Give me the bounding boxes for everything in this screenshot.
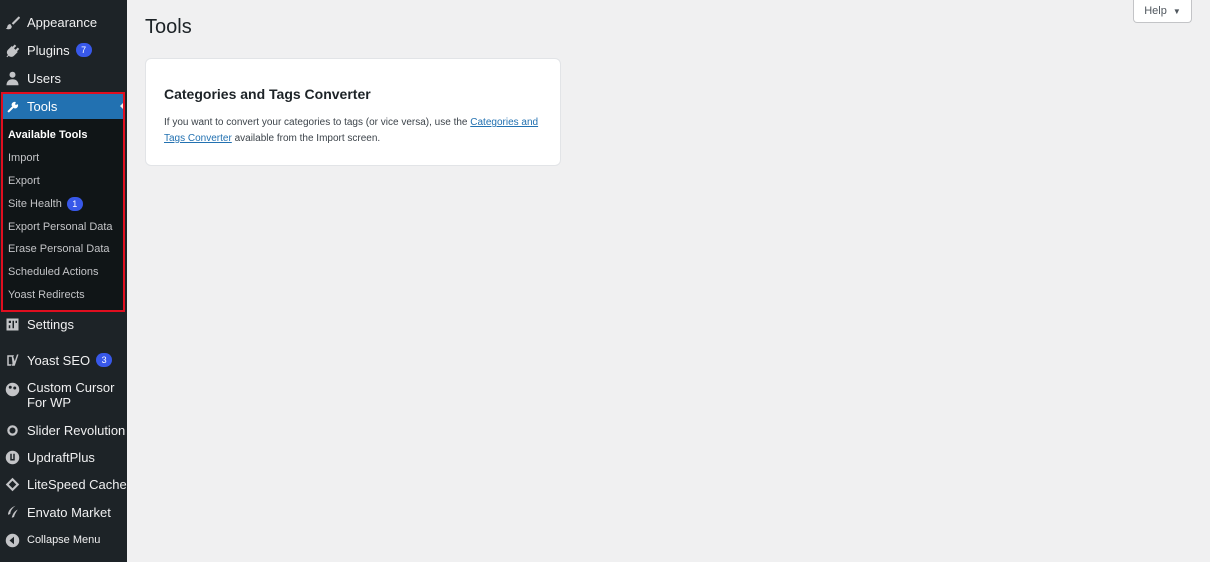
collapse-icon xyxy=(5,533,20,548)
submenu-label: Yoast Redirects xyxy=(8,289,85,301)
menu-label: LiteSpeed Cache xyxy=(27,476,127,492)
envato-icon xyxy=(5,505,20,520)
card-text-after: available from the Import screen. xyxy=(231,133,381,144)
paintbrush-icon xyxy=(5,15,20,30)
settings-icon xyxy=(5,317,20,332)
site-health-badge: 1 xyxy=(66,197,83,211)
submenu-label: Scheduled Actions xyxy=(8,266,99,278)
yoast-seo-badge: 3 xyxy=(96,353,113,367)
admin-sidebar: Appearance Plugins 7 Users Tools Availab… xyxy=(0,0,127,562)
submenu-label: Erase Personal Data xyxy=(8,243,110,255)
menu-label: Settings xyxy=(27,316,74,332)
menu-item-litespeed-cache[interactable]: LiteSpeed Cache xyxy=(0,471,127,497)
menu-label: Yoast SEO xyxy=(27,352,91,368)
submenu-label: Export Personal Data xyxy=(8,221,113,233)
slider-revolution-icon xyxy=(5,423,20,438)
menu-label: Appearance xyxy=(27,14,98,30)
submenu-label: Available Tools xyxy=(8,129,88,141)
menu-item-custom-cursor[interactable]: Custom Cursor For WP xyxy=(0,380,127,414)
submenu-label: Export xyxy=(8,175,40,187)
submenu-item-export[interactable]: Export xyxy=(8,173,40,189)
caret-down-icon: ▼ xyxy=(1172,6,1181,16)
menu-item-slider-revolution[interactable]: Slider Revolution xyxy=(0,417,127,443)
menu-label: Tools xyxy=(27,99,58,114)
menu-item-tools[interactable]: Tools xyxy=(3,94,125,119)
updraftplus-icon xyxy=(5,450,20,465)
submenu-label: Site Health xyxy=(8,198,62,210)
card-description: If you want to convert your categories t… xyxy=(164,115,544,147)
user-icon xyxy=(5,71,20,86)
menu-item-yoast-seo[interactable]: Yoast SEO 3 xyxy=(0,347,127,373)
submenu-item-import[interactable]: Import xyxy=(8,150,39,166)
menu-item-updraftplus[interactable]: UpdraftPlus xyxy=(0,444,127,470)
help-tab-button[interactable]: Help ▼ xyxy=(1133,0,1192,23)
yoast-icon xyxy=(5,353,20,368)
help-label: Help xyxy=(1144,5,1167,17)
menu-item-users[interactable]: Users xyxy=(0,65,127,91)
menu-label: Collapse Menu xyxy=(27,534,101,546)
menu-item-plugins[interactable]: Plugins 7 xyxy=(0,37,127,63)
converter-card: Categories and Tags Converter If you wan… xyxy=(145,58,561,166)
tools-submenu: Available Tools Import Export Site Healt… xyxy=(3,119,125,312)
submenu-item-erase-personal-data[interactable]: Erase Personal Data xyxy=(8,241,110,257)
cursor-icon xyxy=(5,382,20,397)
submenu-item-site-health[interactable]: Site Health 1 xyxy=(8,196,83,212)
card-text-before: If you want to convert your categories t… xyxy=(164,117,471,128)
submenu-item-export-personal-data[interactable]: Export Personal Data xyxy=(8,219,113,235)
submenu-item-yoast-redirects[interactable]: Yoast Redirects xyxy=(8,287,85,303)
page-title: Tools xyxy=(145,16,192,38)
menu-label: Slider Revolution xyxy=(27,422,126,438)
menu-label: Envato Market xyxy=(27,504,111,520)
menu-item-envato-market[interactable]: Envato Market xyxy=(0,499,127,525)
menu-label: Custom Cursor For WP xyxy=(27,380,115,410)
menu-label: Plugins xyxy=(27,42,70,58)
collapse-menu-button[interactable]: Collapse Menu xyxy=(0,527,127,553)
submenu-item-scheduled-actions[interactable]: Scheduled Actions xyxy=(8,264,99,280)
submenu-item-available-tools[interactable]: Available Tools xyxy=(8,127,87,143)
litespeed-icon xyxy=(5,477,20,492)
main-content: Tools Help ▼ Categories and Tags Convert… xyxy=(127,0,1210,562)
card-title: Categories and Tags Converter xyxy=(164,86,371,102)
wrench-icon xyxy=(6,100,20,114)
plugins-update-badge: 7 xyxy=(75,43,92,57)
menu-item-appearance[interactable]: Appearance xyxy=(0,9,127,35)
submenu-label: Import xyxy=(8,152,40,164)
menu-item-settings[interactable]: Settings xyxy=(0,311,127,337)
plugin-icon xyxy=(5,43,20,58)
menu-label: Users xyxy=(27,70,61,86)
menu-label: UpdraftPlus xyxy=(27,449,95,465)
current-arrow-icon xyxy=(120,101,125,111)
